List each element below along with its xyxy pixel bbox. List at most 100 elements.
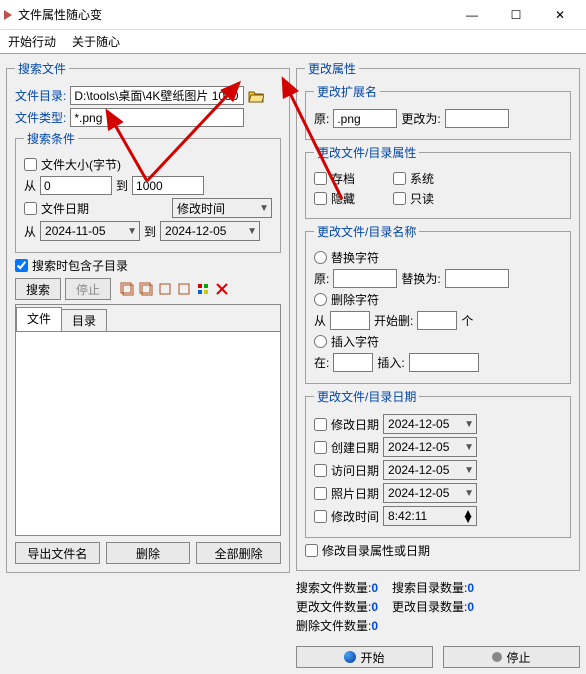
tool-icon-3[interactable] bbox=[157, 281, 173, 297]
replace-to-label: 替换为: bbox=[401, 270, 440, 287]
startdel-label: 开始删: bbox=[374, 312, 413, 329]
moddate-label: 修改日期 bbox=[331, 416, 379, 433]
modtime-combo[interactable]: 8:42:11▲▼ bbox=[383, 506, 477, 526]
replace-to-input[interactable] bbox=[445, 269, 509, 288]
stat-sd-label: 搜索目录数量: bbox=[392, 581, 467, 595]
accessdate-val: 2024-12-05 bbox=[388, 463, 449, 477]
delchar-label: 删除字符 bbox=[331, 291, 379, 308]
date-kind-combo[interactable]: 修改时间▼ bbox=[172, 198, 272, 218]
delete-button[interactable]: 删除 bbox=[106, 542, 191, 564]
from-label-1: 从 bbox=[24, 177, 36, 194]
moddate-combo[interactable]: 2024-12-05▼ bbox=[383, 414, 477, 434]
name-group: 更改文件/目录名称 替换字符 原: 替换为: 删除字符 从 开始删: 个 插入字… bbox=[305, 223, 571, 384]
stop-label: 停止 bbox=[506, 649, 530, 666]
from-label-3: 从 bbox=[314, 312, 326, 329]
result-list[interactable] bbox=[16, 332, 280, 535]
del-count-input[interactable] bbox=[417, 311, 457, 330]
dirattr-check[interactable] bbox=[305, 544, 318, 557]
export-button[interactable]: 导出文件名 bbox=[15, 542, 100, 564]
orig-label-2: 原: bbox=[314, 270, 329, 287]
subdir-check[interactable] bbox=[15, 259, 28, 272]
search-button[interactable]: 搜索 bbox=[15, 278, 61, 300]
stat-cf-val: 0 bbox=[371, 600, 378, 614]
at-label: 在: bbox=[314, 354, 329, 371]
moddate-check[interactable] bbox=[314, 418, 327, 431]
size-label: 文件大小(字节) bbox=[41, 156, 121, 173]
tool-icon-5[interactable] bbox=[195, 281, 211, 297]
modtime-val: 8:42:11 bbox=[388, 509, 427, 523]
modtime-check[interactable] bbox=[314, 510, 327, 523]
delchar-radio[interactable] bbox=[314, 293, 327, 306]
tool-icons bbox=[119, 281, 230, 297]
stop-button[interactable]: 停止 bbox=[443, 646, 580, 668]
ext-orig-input[interactable] bbox=[333, 109, 397, 128]
tab-dir[interactable]: 目录 bbox=[61, 309, 107, 331]
stat-df-val: 0 bbox=[371, 619, 378, 633]
date-from-combo[interactable]: 2024-11-05▼ bbox=[40, 221, 140, 241]
createdate-check[interactable] bbox=[314, 441, 327, 454]
menu-start[interactable]: 开始行动 bbox=[4, 31, 60, 52]
type-input[interactable] bbox=[70, 108, 244, 127]
window-title: 文件属性随心变 bbox=[18, 6, 450, 23]
insert-text-input[interactable] bbox=[409, 353, 479, 372]
replace-from-input[interactable] bbox=[333, 269, 397, 288]
readonly-check[interactable] bbox=[393, 192, 406, 205]
accessdate-check[interactable] bbox=[314, 464, 327, 477]
tool-icon-2[interactable] bbox=[138, 281, 154, 297]
browse-folder-icon[interactable] bbox=[248, 89, 264, 103]
stat-sd-val: 0 bbox=[467, 581, 474, 595]
minimize-button[interactable]: — bbox=[450, 1, 494, 29]
type-label: 文件类型: bbox=[15, 109, 66, 126]
archive-check[interactable] bbox=[314, 172, 327, 185]
size-to[interactable] bbox=[132, 176, 204, 195]
tool-icon-4[interactable] bbox=[176, 281, 192, 297]
menu-about[interactable]: 关于随心 bbox=[68, 31, 124, 52]
tool-icon-1[interactable] bbox=[119, 281, 135, 297]
stat-cf-label: 更改文件数量: bbox=[296, 600, 371, 614]
search-legend: 搜索文件 bbox=[15, 60, 69, 77]
tab-file[interactable]: 文件 bbox=[16, 307, 62, 331]
from-label-2: 从 bbox=[24, 223, 36, 240]
insert-at-input[interactable] bbox=[333, 353, 373, 372]
hidden-label: 隐藏 bbox=[331, 190, 355, 207]
replace-radio[interactable] bbox=[314, 251, 327, 264]
maximize-button[interactable]: ☐ bbox=[494, 1, 538, 29]
date-legend: 更改文件/目录日期 bbox=[314, 388, 419, 405]
size-check[interactable] bbox=[24, 158, 37, 171]
dir-input[interactable] bbox=[70, 86, 244, 105]
date-label: 文件日期 bbox=[41, 200, 89, 217]
change-legend: 更改属性 bbox=[305, 60, 359, 77]
replace-label: 替换字符 bbox=[331, 249, 379, 266]
accessdate-label: 访问日期 bbox=[331, 462, 379, 479]
subdir-label: 搜索时包含子目录 bbox=[32, 257, 128, 274]
attr-group: 更改文件/目录属性 存档 系统 隐藏 只读 bbox=[305, 144, 571, 219]
tool-icon-6[interactable] bbox=[214, 281, 230, 297]
insert-label: 插入字符 bbox=[331, 333, 379, 350]
to-label-1: 到 bbox=[116, 177, 128, 194]
delete-all-button[interactable]: 全部删除 bbox=[196, 542, 281, 564]
system-check[interactable] bbox=[393, 172, 406, 185]
photodate-combo[interactable]: 2024-12-05▼ bbox=[383, 483, 477, 503]
readonly-label: 只读 bbox=[410, 190, 434, 207]
menubar: 开始行动 关于随心 bbox=[0, 30, 586, 54]
name-legend: 更改文件/目录名称 bbox=[314, 223, 419, 240]
dirattr-label: 修改目录属性或日期 bbox=[322, 542, 430, 559]
date-check[interactable] bbox=[24, 202, 37, 215]
photodate-check[interactable] bbox=[314, 487, 327, 500]
insert-radio[interactable] bbox=[314, 335, 327, 348]
start-button[interactable]: 开始 bbox=[296, 646, 433, 668]
date-to-combo[interactable]: 2024-12-05▼ bbox=[160, 221, 260, 241]
modtime-label: 修改时间 bbox=[331, 508, 379, 525]
stat-cd-val: 0 bbox=[467, 600, 474, 614]
del-from-input[interactable] bbox=[330, 311, 370, 330]
ext-new-input[interactable] bbox=[445, 109, 509, 128]
stat-df-label: 删除文件数量: bbox=[296, 619, 371, 633]
start-label: 开始 bbox=[360, 649, 384, 666]
createdate-combo[interactable]: 2024-12-05▼ bbox=[383, 437, 477, 457]
stat-sf-val: 0 bbox=[371, 581, 378, 595]
accessdate-combo[interactable]: 2024-12-05▼ bbox=[383, 460, 477, 480]
close-button[interactable]: ✕ bbox=[538, 1, 582, 29]
size-from[interactable] bbox=[40, 176, 112, 195]
hidden-check[interactable] bbox=[314, 192, 327, 205]
stop-search-button[interactable]: 停止 bbox=[65, 278, 111, 300]
